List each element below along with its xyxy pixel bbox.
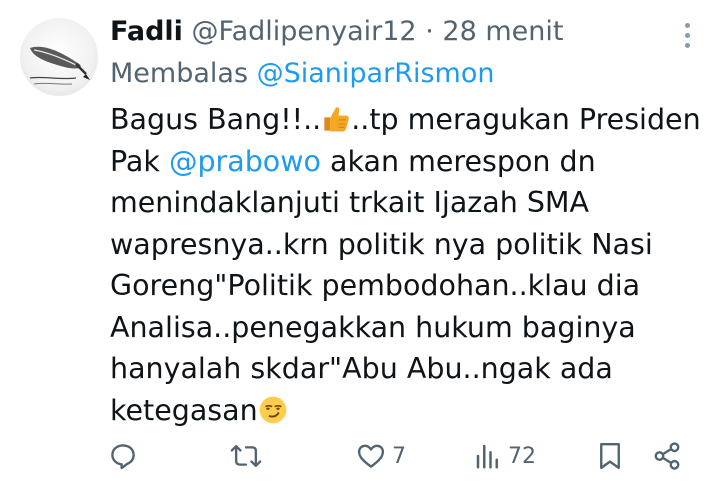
- views-button[interactable]: 72: [474, 432, 536, 480]
- bookmark-button[interactable]: [597, 432, 623, 480]
- share-button[interactable]: [652, 432, 682, 480]
- header-separator: ·: [425, 16, 434, 47]
- share-icon: [654, 442, 680, 470]
- text-line: Analisa..penegakkan hukum baginya: [110, 310, 636, 344]
- text-segment: akan merespon dn: [320, 144, 596, 178]
- quill-pen-logo: [29, 46, 90, 85]
- replying-to-mention[interactable]: @SianiparRismon: [257, 58, 495, 89]
- reply-icon: [111, 444, 135, 470]
- text-line: hanyalah skdar"Abu Abu..ngak ada: [110, 352, 613, 385]
- tweet-text: Bagus Bang!!.. ..tp meragukan Presiden P…: [110, 99, 701, 432]
- text-segment: Pak: [110, 144, 169, 178]
- tweet-header: Fadli @Fadlipenyair12 · 28 menit: [110, 12, 670, 52]
- more-dot-icon: [684, 22, 690, 28]
- tweet-time[interactable]: 28 menit: [442, 16, 563, 47]
- text-line: menindaklanjuti trkait Ijazah SMA: [110, 186, 590, 219]
- text-line: Goreng"Politik pembodohan..klau dia: [110, 269, 641, 302]
- smirking-face-emoji: [259, 396, 287, 423]
- bookmark-icon: [600, 442, 620, 470]
- text-segment: ..tp meragukan Presiden: [351, 103, 701, 136]
- reply-button[interactable]: [108, 432, 144, 480]
- more-dot-icon: [684, 32, 690, 38]
- like-button[interactable]: 7: [356, 432, 406, 480]
- mention-link[interactable]: @prabowo: [169, 145, 321, 178]
- retweet-button[interactable]: [230, 432, 268, 480]
- author-name[interactable]: Fadli: [110, 16, 183, 47]
- views-icon: [476, 444, 498, 469]
- thumbs-up-emoji: [324, 107, 350, 132]
- tweet-actions: 7 72: [0, 432, 720, 480]
- avatar[interactable]: [20, 18, 98, 96]
- text-segment: Bagus Bang!!..: [110, 103, 322, 136]
- author-handle[interactable]: @Fadlipenyair12: [192, 16, 417, 47]
- replying-prefix: Membalas: [110, 58, 249, 89]
- like-count: 7: [392, 443, 406, 469]
- views-count: 72: [508, 443, 536, 469]
- more-options-button[interactable]: [672, 18, 702, 52]
- text-line: ketegasan: [110, 390, 690, 432]
- text-line: Bagus Bang!!.. ..tp meragukan Presiden: [110, 99, 701, 141]
- more-dot-icon: [684, 42, 690, 48]
- text-segment: ketegasan: [110, 393, 258, 427]
- retweet-icon: [230, 444, 262, 468]
- text-line: Pak @prabowo akan merespon dn: [110, 141, 690, 183]
- heart-icon: [357, 444, 385, 468]
- replying-to-line: Membalas @SianiparRismon: [110, 54, 494, 94]
- text-line: wapresnya..krn politik nya politik Nasi: [110, 227, 653, 261]
